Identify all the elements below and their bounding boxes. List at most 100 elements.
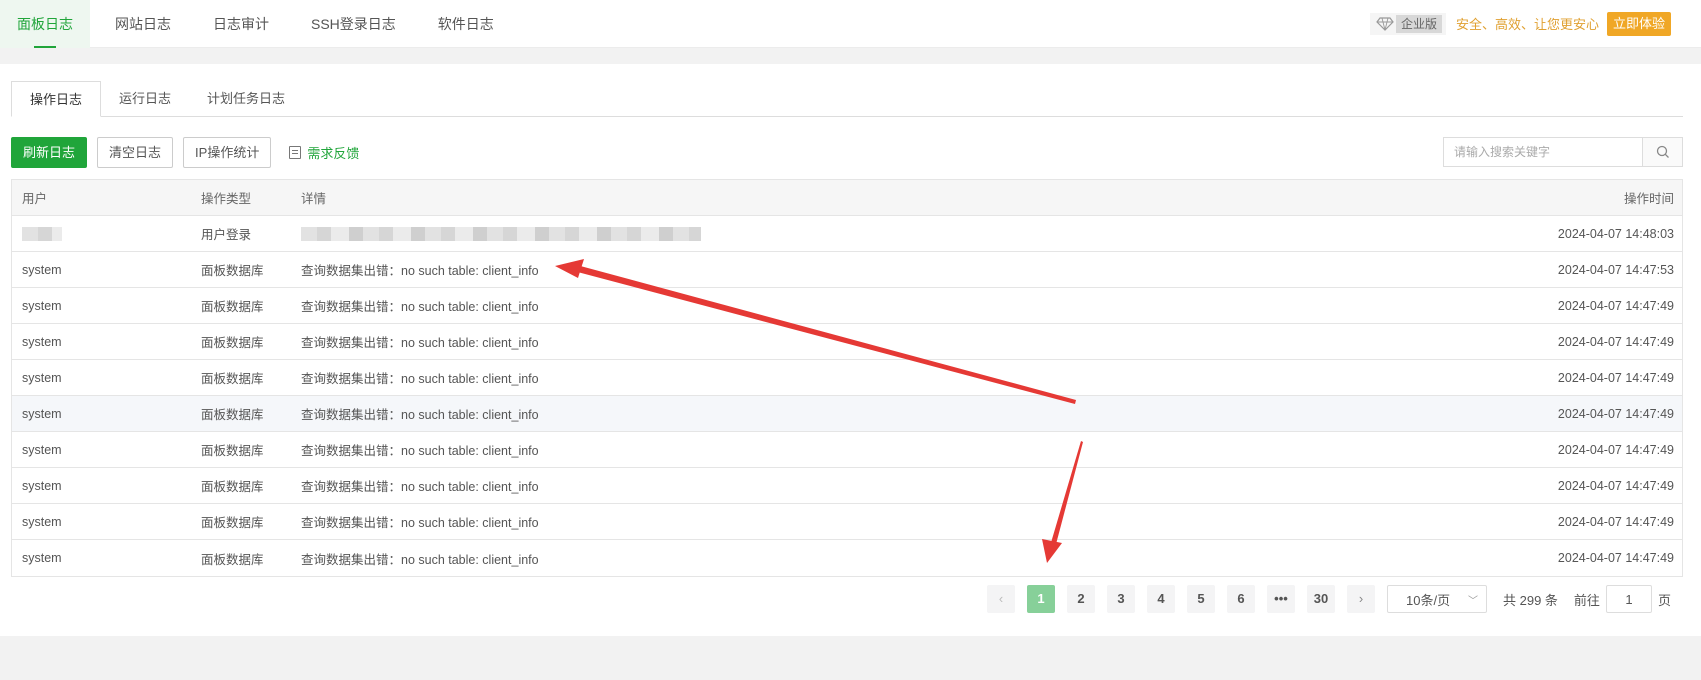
goto-prefix: 前往 — [1573, 592, 1600, 608]
cell-time: 2024-04-07 14:47:49 — [1557, 442, 1674, 457]
diamond-icon — [1376, 16, 1394, 31]
table-row: system 面板数据库 查询数据集出错：no such table: clie… — [12, 324, 1682, 360]
subtab-run-log[interactable]: 运行日志 — [101, 81, 189, 117]
page-button[interactable]: 30 — [1307, 585, 1335, 613]
cell-time: 2024-04-07 14:47:49 — [1557, 334, 1674, 349]
table-row: system 面板数据库 查询数据集出错：no such table: clie… — [12, 432, 1682, 468]
feedback-label: 需求反馈 — [307, 145, 360, 161]
page-button[interactable]: 2 — [1067, 585, 1095, 613]
cell-time: 2024-04-07 14:47:49 — [1557, 478, 1674, 493]
subtab-operation-log[interactable]: 操作日志 — [11, 81, 102, 117]
cell-detail: 查询数据集出错：no such table: client_info — [301, 336, 539, 350]
cell-user: system — [22, 406, 62, 421]
page-button[interactable]: 4 — [1147, 585, 1175, 613]
table-row: system 面板数据库 查询数据集出错：no such table: clie… — [12, 252, 1682, 288]
page-button[interactable]: 3 — [1107, 585, 1135, 613]
tab-software-log[interactable]: 软件日志 — [421, 0, 511, 48]
cell-detail: 查询数据集出错：no such table: client_info — [301, 444, 539, 458]
cell-type: 面板数据库 — [201, 336, 264, 350]
tab-panel-log[interactable]: 面板日志 — [0, 0, 90, 48]
enterprise-badge: 企业版 — [1369, 12, 1446, 35]
cell-time: 2024-04-07 14:47:49 — [1557, 370, 1674, 385]
search-input[interactable] — [1444, 138, 1642, 166]
cell-detail: 查询数据集出错：no such table: client_info — [301, 552, 539, 567]
search-button[interactable] — [1642, 138, 1682, 166]
page-button[interactable]: 5 — [1187, 585, 1215, 613]
refresh-log-button[interactable]: 刷新日志 — [11, 136, 88, 168]
cell-detail: 查询数据集出错：no such table: client_info — [301, 516, 539, 530]
redacted-user — [22, 226, 62, 241]
enterprise-label: 企业版 — [1395, 14, 1442, 33]
goto-page: 前往 页 — [1574, 585, 1671, 613]
log-table: 用户 操作类型 详情 操作时间 用户登录 2024-04-07 14:48:03… — [11, 179, 1683, 577]
page-size-select[interactable]: 10条/页 ﹀ — [1387, 585, 1487, 613]
table-row: 用户登录 2024-04-07 14:48:03 — [12, 216, 1682, 252]
cell-detail: 查询数据集出错：no such table: client_info — [301, 372, 539, 386]
cell-time: 2024-04-07 14:48:03 — [1557, 226, 1674, 241]
cell-detail: 查询数据集出错：no such table: client_info — [301, 264, 539, 278]
cell-type: 面板数据库 — [201, 264, 264, 278]
top-nav: 面板日志 网站日志 日志审计 SSH登录日志 软件日志 企业版 安全、高效、让您… — [0, 0, 1701, 48]
search-icon — [1656, 145, 1669, 158]
cell-user: system — [22, 551, 62, 565]
cell-detail: 查询数据集出错：no such table: client_info — [301, 300, 539, 314]
cell-time: 2024-04-07 14:47:49 — [1557, 298, 1674, 313]
pagination: ‹ 1 2 3 4 5 6 ••• 30 › 10条/页 ﹀ 共 299 条 前… — [987, 585, 1671, 613]
table-row: system 面板数据库 查询数据集出错：no such table: clie… — [12, 360, 1682, 396]
search-box — [1443, 137, 1683, 167]
subtab-bar: 操作日志 运行日志 计划任务日志 — [11, 81, 1683, 117]
cell-type: 面板数据库 — [201, 552, 264, 567]
redacted-detail — [301, 226, 701, 241]
cell-user: system — [22, 514, 62, 529]
page-button[interactable]: 6 — [1227, 585, 1255, 613]
page-size-value: 10条/页 — [1406, 592, 1451, 608]
header-type: 操作类型 — [201, 192, 252, 206]
cell-type: 面板数据库 — [201, 480, 264, 494]
table-row: system 面板数据库 查询数据集出错：no such table: clie… — [12, 540, 1682, 576]
cell-type: 面板数据库 — [201, 516, 264, 530]
goto-page-input[interactable] — [1605, 585, 1652, 613]
cell-type: 面板数据库 — [201, 300, 264, 314]
cell-type: 面板数据库 — [201, 444, 264, 458]
tab-ssh-login-log[interactable]: SSH登录日志 — [294, 0, 413, 48]
table-row: system 面板数据库 查询数据集出错：no such table: clie… — [12, 468, 1682, 504]
toolbar: 刷新日志 清空日志 IP操作统计 需求反馈 — [11, 136, 359, 168]
cell-user: system — [22, 298, 62, 313]
ellipsis-button[interactable]: ••• — [1267, 585, 1295, 613]
clear-log-button[interactable]: 清空日志 — [97, 136, 174, 168]
cell-type: 面板数据库 — [201, 408, 264, 422]
feedback-icon — [289, 145, 302, 159]
cell-type: 用户登录 — [201, 228, 252, 242]
log-panel: 操作日志 运行日志 计划任务日志 刷新日志 清空日志 IP操作统计 需求反馈 用… — [0, 64, 1701, 636]
cell-time: 2024-04-07 14:47:53 — [1557, 262, 1674, 277]
chevron-down-icon: ﹀ — [1468, 595, 1478, 607]
cell-detail: 查询数据集出错：no such table: client_info — [301, 408, 539, 422]
cell-user — [12, 226, 201, 241]
cell-type: 面板数据库 — [201, 372, 264, 386]
cell-user: system — [22, 334, 62, 349]
cell-user: system — [22, 478, 62, 493]
cell-time: 2024-04-07 14:47:49 — [1557, 551, 1674, 565]
cell-time: 2024-04-07 14:47:49 — [1557, 406, 1674, 421]
ip-stats-button[interactable]: IP操作统计 — [183, 136, 272, 168]
goto-suffix: 页 — [1657, 592, 1671, 608]
feedback-link[interactable]: 需求反馈 — [289, 143, 359, 162]
table-row: system 面板数据库 查询数据集出错：no such table: clie… — [12, 288, 1682, 324]
table-header: 用户 操作类型 详情 操作时间 — [12, 180, 1682, 216]
try-now-button[interactable]: 立即体验 — [1606, 11, 1671, 36]
subtab-cron-log[interactable]: 计划任务日志 — [189, 81, 303, 117]
cell-user: system — [22, 262, 62, 277]
next-page-button[interactable]: › — [1347, 585, 1375, 613]
cell-detail: 查询数据集出错：no such table: client_info — [301, 480, 539, 494]
tab-website-log[interactable]: 网站日志 — [98, 0, 188, 48]
header-detail: 详情 — [301, 192, 327, 206]
page-button[interactable]: 1 — [1027, 585, 1055, 613]
cell-user: system — [22, 442, 62, 457]
table-row: system 面板数据库 查询数据集出错：no such table: clie… — [12, 504, 1682, 540]
prev-page-button[interactable]: ‹ — [987, 585, 1015, 613]
tab-log-audit[interactable]: 日志审计 — [196, 0, 286, 48]
header-user: 用户 — [22, 192, 48, 206]
cell-time: 2024-04-07 14:47:49 — [1557, 514, 1674, 529]
cell-user: system — [22, 370, 62, 385]
table-row: system 面板数据库 查询数据集出错：no such table: clie… — [12, 396, 1682, 432]
